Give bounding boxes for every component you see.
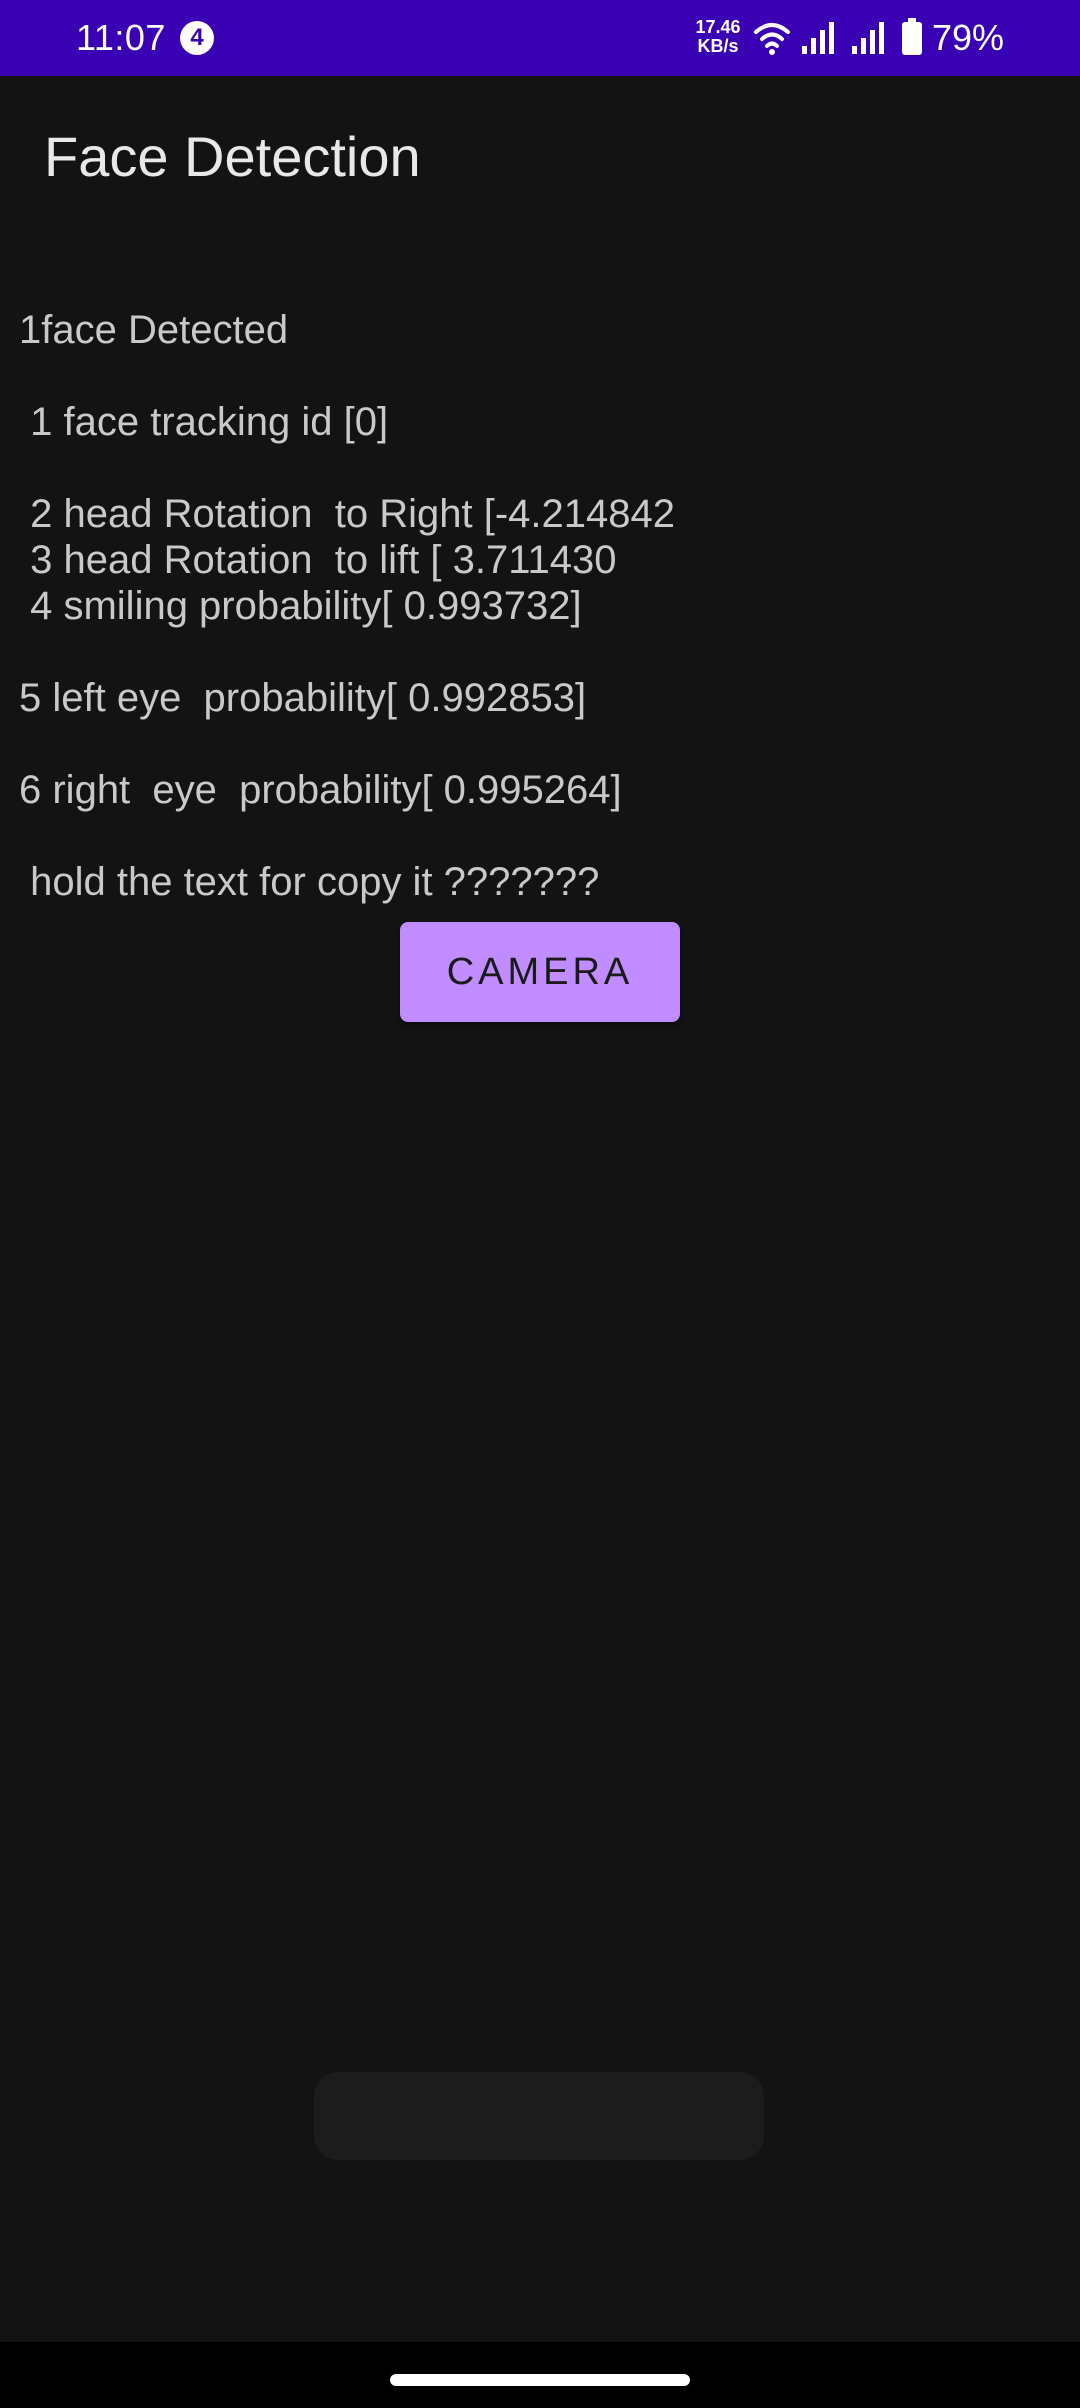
faces-detected-summary: 1face Detected — [19, 308, 289, 352]
tracking-id-line: 1 face tracking id [0] — [19, 400, 389, 444]
home-gesture-handle[interactable] — [390, 2374, 690, 2386]
camera-button[interactable]: CAMERA — [400, 922, 680, 1022]
head-rotation-right-line: 2 head Rotation to Right [-4.214842 — [19, 492, 676, 536]
right-eye-probability-line: 6 right eye probability[ 0.995264] — [19, 768, 622, 812]
smiling-probability-line: 4 smiling probability[ 0.993732] — [19, 584, 582, 628]
toast-panel — [314, 2072, 764, 2160]
face-results-text[interactable]: 1face Detected 1 face tracking id [0] 2 … — [19, 0, 1059, 904]
head-rotation-lift-line: 3 head Rotation to lift [ 3.711430 — [19, 538, 617, 582]
left-eye-probability-line: 5 left eye probability[ 0.992853] — [19, 676, 587, 720]
copy-hint-line: hold the text for copy it ??????? — [19, 860, 600, 904]
